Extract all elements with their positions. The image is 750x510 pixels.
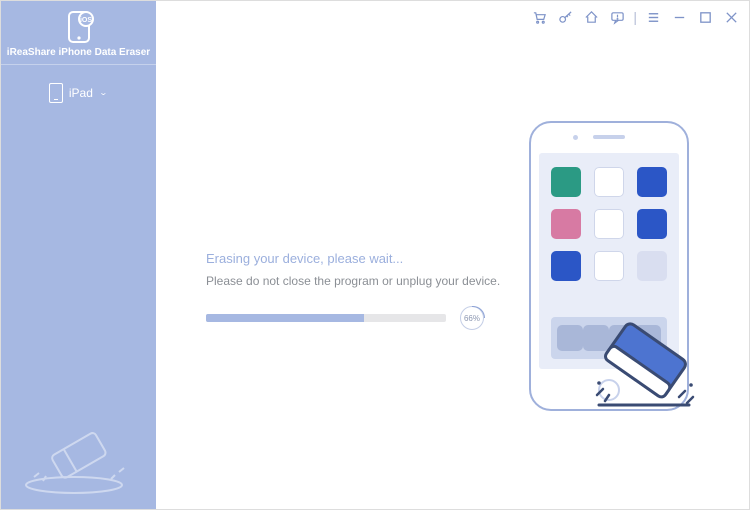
svg-text:iOS: iOS <box>79 17 91 24</box>
app-icon <box>551 209 581 239</box>
app-icon <box>637 251 667 281</box>
device-label: iPad <box>69 86 93 100</box>
app-icon <box>551 167 581 197</box>
app-icon-grid <box>551 167 667 281</box>
progress-panel: Erasing your device, please wait... Plea… <box>206 251 506 330</box>
menu-icon[interactable] <box>645 9 661 25</box>
eraser-illustration <box>591 313 691 428</box>
device-icon <box>49 83 63 103</box>
app-icon <box>594 167 624 197</box>
app-icon <box>551 251 581 281</box>
app-icon <box>637 209 667 239</box>
app-logo-icon: iOS <box>64 11 94 43</box>
maximize-button[interactable] <box>697 9 713 25</box>
app-icon <box>594 209 624 239</box>
phone-speaker <box>593 135 625 139</box>
app-window: iOS iReaShare iPhone Data Eraser iPad ⌄ <box>1 1 749 509</box>
phone-camera <box>573 135 578 140</box>
app-name: iReaShare iPhone Data Eraser <box>7 47 150 58</box>
status-subtitle: Please do not close the program or unplu… <box>206 274 506 288</box>
home-icon[interactable] <box>583 9 599 25</box>
progress-percent-circle: 66% <box>460 306 484 330</box>
device-selector[interactable]: iPad ⌄ <box>49 83 108 103</box>
progress-percent-label: 66% <box>464 314 480 323</box>
chevron-down-icon: ⌄ <box>99 87 108 96</box>
sidebar: iOS iReaShare iPhone Data Eraser iPad ⌄ <box>1 1 156 509</box>
progress-row: 66% <box>206 306 506 330</box>
key-icon[interactable] <box>557 9 573 25</box>
app-icon <box>637 167 667 197</box>
minimize-button[interactable] <box>671 9 687 25</box>
app-icon <box>594 251 624 281</box>
close-button[interactable] <box>723 9 739 25</box>
sidebar-eraser-illustration <box>1 417 156 497</box>
phone-outline <box>529 121 689 411</box>
titlebar-separator: | <box>633 9 637 25</box>
progress-bar <box>206 314 446 322</box>
app-logo-block: iOS iReaShare iPhone Data Eraser <box>1 1 156 65</box>
progress-fill <box>206 314 364 322</box>
cart-icon[interactable] <box>531 9 547 25</box>
status-title: Erasing your device, please wait... <box>206 251 506 266</box>
device-illustration <box>529 121 689 411</box>
feedback-icon[interactable] <box>609 9 625 25</box>
titlebar: | <box>531 9 739 25</box>
dock-app-icon <box>557 325 583 351</box>
main-area: | Erasing your device, please wait... Pl… <box>156 1 749 509</box>
